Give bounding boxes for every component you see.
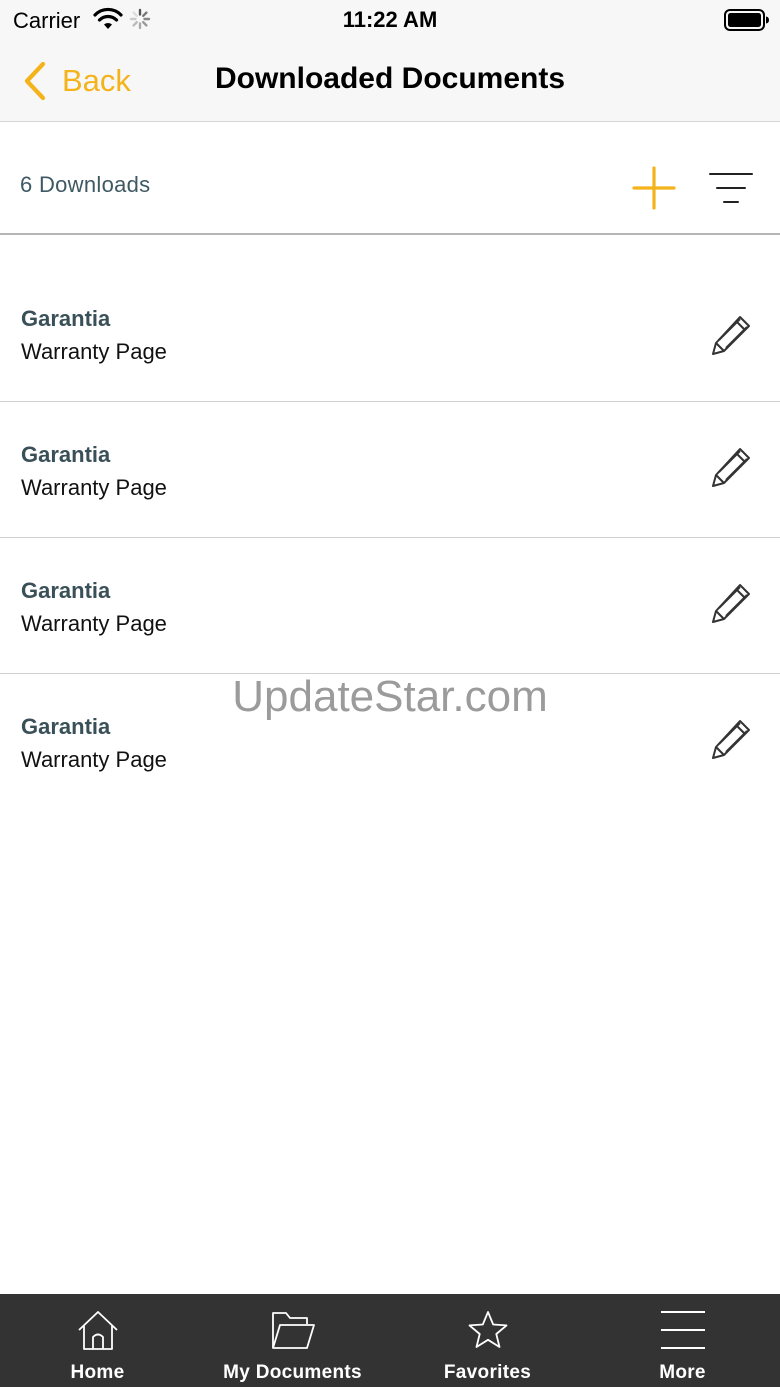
tab-bar: Home My Documents Favorites More [0, 1294, 780, 1387]
downloads-count: 6 Downloads [20, 172, 151, 197]
document-row[interactable]: Garantia Warranty Page [0, 538, 780, 674]
edit-document-button[interactable] [710, 582, 752, 624]
plus-icon [632, 166, 676, 210]
document-subtitle: Warranty Page [21, 475, 167, 500]
document-list: Garantia Warranty Page Garantia Warranty… [0, 236, 780, 810]
edit-document-button[interactable] [710, 314, 752, 356]
document-subtitle: Warranty Page [21, 747, 167, 772]
pencil-icon [712, 448, 750, 487]
tab-label: More [659, 1362, 706, 1383]
edit-document-button[interactable] [710, 446, 752, 488]
list-toolbar: 6 Downloads [0, 122, 780, 235]
edit-document-button[interactable] [710, 718, 752, 760]
home-icon [77, 1311, 118, 1350]
tab-favorites[interactable]: Favorites [390, 1294, 585, 1387]
document-row[interactable]: Garantia Warranty Page [0, 402, 780, 538]
tab-label: My Documents [223, 1362, 362, 1383]
watermark: UpdateStar.com [232, 672, 548, 721]
pencil-icon [712, 720, 750, 759]
tab-more[interactable]: More [585, 1294, 780, 1387]
pencil-icon [712, 584, 750, 623]
battery-icon [724, 9, 769, 31]
document-subtitle: Warranty Page [21, 339, 167, 364]
pencil-icon [712, 316, 750, 355]
sort-filter-button[interactable] [708, 170, 754, 206]
star-icon [468, 1311, 507, 1348]
folder-icon [271, 1312, 315, 1349]
tab-home[interactable]: Home [0, 1294, 195, 1387]
navigation-bar: Back Downloaded Documents [0, 40, 780, 122]
tab-my-documents[interactable]: My Documents [195, 1294, 390, 1387]
sort-icon [709, 173, 753, 203]
status-bar: Carrier 11:22 AM [0, 0, 780, 40]
document-title: Garantia [21, 306, 111, 331]
document-title: Garantia [21, 578, 111, 603]
document-row[interactable]: Garantia Warranty Page [0, 236, 780, 402]
document-subtitle: Warranty Page [21, 611, 167, 636]
tab-label: Favorites [443, 1362, 532, 1383]
status-time: 11:22 AM [342, 7, 438, 32]
tab-label: Home [70, 1362, 125, 1383]
page-title: Downloaded Documents [214, 62, 566, 95]
add-document-button[interactable] [632, 166, 676, 210]
document-title: Garantia [21, 442, 111, 467]
menu-icon [660, 1311, 705, 1349]
